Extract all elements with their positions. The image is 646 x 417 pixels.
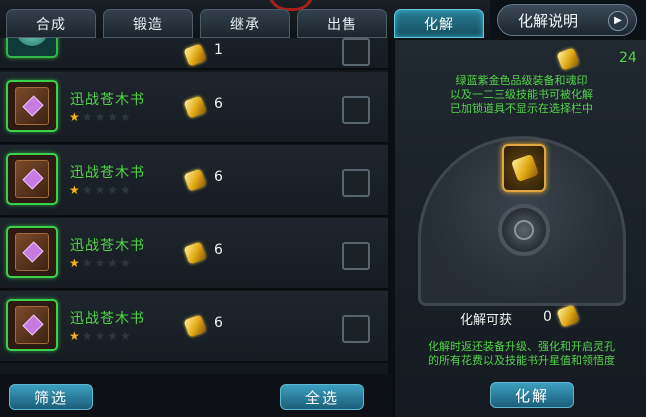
gold-ingot-icon [183, 314, 207, 338]
item-quantity: 1 [214, 42, 223, 58]
note-line: 化解时返还装备升级、强化和开启灵孔 [428, 340, 615, 353]
list-item[interactable]: 迅战苍木书 ★★★★★ 6 [0, 291, 390, 363]
gold-ingot-icon [183, 43, 207, 67]
dissolve-help-button[interactable]: 化解说明 ▶ [497, 4, 637, 36]
tab-compose[interactable]: 合成 [6, 9, 96, 38]
list-item[interactable]: 迅战苍木书 ★★★★★ 6 [0, 145, 390, 217]
tab-bar: 合成 锻造 继承 出售 化解 [0, 0, 490, 38]
gold-ingot-icon [556, 304, 580, 328]
item-name: 迅战苍木书 [70, 92, 145, 108]
item-checkbox[interactable] [342, 242, 370, 270]
owned-count: 24 [619, 50, 637, 66]
filter-button[interactable]: 筛选 [9, 384, 93, 410]
tab-inherit[interactable]: 继承 [200, 9, 290, 38]
dissolve-panel: 24 绿蓝紫金色品级装备和魂印 以及一二三级技能书可被化解 已加锁道具不显示在选… [393, 40, 646, 417]
skill-book-icon [6, 153, 58, 205]
item-quantity: 6 [214, 315, 223, 331]
dissolve-item-slot[interactable] [502, 144, 546, 192]
item-name: 迅战苍木书 [70, 238, 145, 254]
list-item[interactable]: 迅战苍木书 ★★★★★ 6 [0, 218, 390, 290]
altar-emblem-icon [498, 204, 550, 256]
item-name: 迅战苍木书 [70, 311, 145, 327]
tab-sell[interactable]: 出售 [297, 9, 387, 38]
item-quantity: 6 [214, 96, 223, 112]
tab-dissolve[interactable]: 化解 [394, 9, 484, 38]
skill-book-icon [6, 299, 58, 351]
item-checkbox[interactable] [342, 315, 370, 343]
item-quantity: 6 [214, 169, 223, 185]
description-line: 已加锁道具不显示在选择栏中 [450, 102, 593, 115]
item-quantity: 6 [214, 242, 223, 258]
star-rating: ★★★★★ [69, 329, 133, 343]
gold-ingot-icon [183, 168, 207, 192]
item-checkbox[interactable] [342, 38, 370, 66]
tab-forge[interactable]: 锻造 [103, 9, 193, 38]
item-name: 迅战苍木书 [70, 165, 145, 181]
note-line: 的所有花费以及技能书升星值和领悟度 [428, 354, 615, 367]
star-rating: ★★★★★ [69, 110, 133, 124]
skill-book-icon [6, 80, 58, 132]
item-list[interactable]: 1 迅战苍木书 ★★★★★ 6 迅战苍木书 ★★★★★ 6 迅战苍木书 ★★★★… [0, 38, 390, 374]
gold-ingot-icon [556, 47, 580, 71]
star-rating: ★★★★★ [69, 256, 133, 270]
dissolve-button[interactable]: 化解 [490, 382, 574, 408]
list-divider [388, 38, 392, 374]
description-line: 以及一二三级技能书可被化解 [450, 88, 593, 101]
list-item[interactable]: 迅战苍木书 ★★★★★ 6 [0, 72, 390, 144]
gem-orb-icon [6, 38, 58, 58]
description-line: 绿蓝紫金色品级装备和魂印 [455, 74, 588, 87]
skill-book-icon [6, 226, 58, 278]
item-checkbox[interactable] [342, 96, 370, 124]
list-footer: 筛选 全选 [0, 374, 392, 417]
gold-ingot-icon [183, 95, 207, 119]
select-all-button[interactable]: 全选 [280, 384, 364, 410]
star-rating: ★★★★★ [69, 183, 133, 197]
gold-ingot-icon [183, 241, 207, 265]
list-item-partial[interactable]: 1 [0, 38, 390, 70]
gain-value: 0 [543, 309, 552, 325]
chevron-right-icon: ▶ [608, 11, 628, 31]
item-checkbox[interactable] [342, 169, 370, 197]
gain-label: 化解可获 [460, 313, 513, 328]
help-button-label: 化解说明 [518, 11, 579, 30]
